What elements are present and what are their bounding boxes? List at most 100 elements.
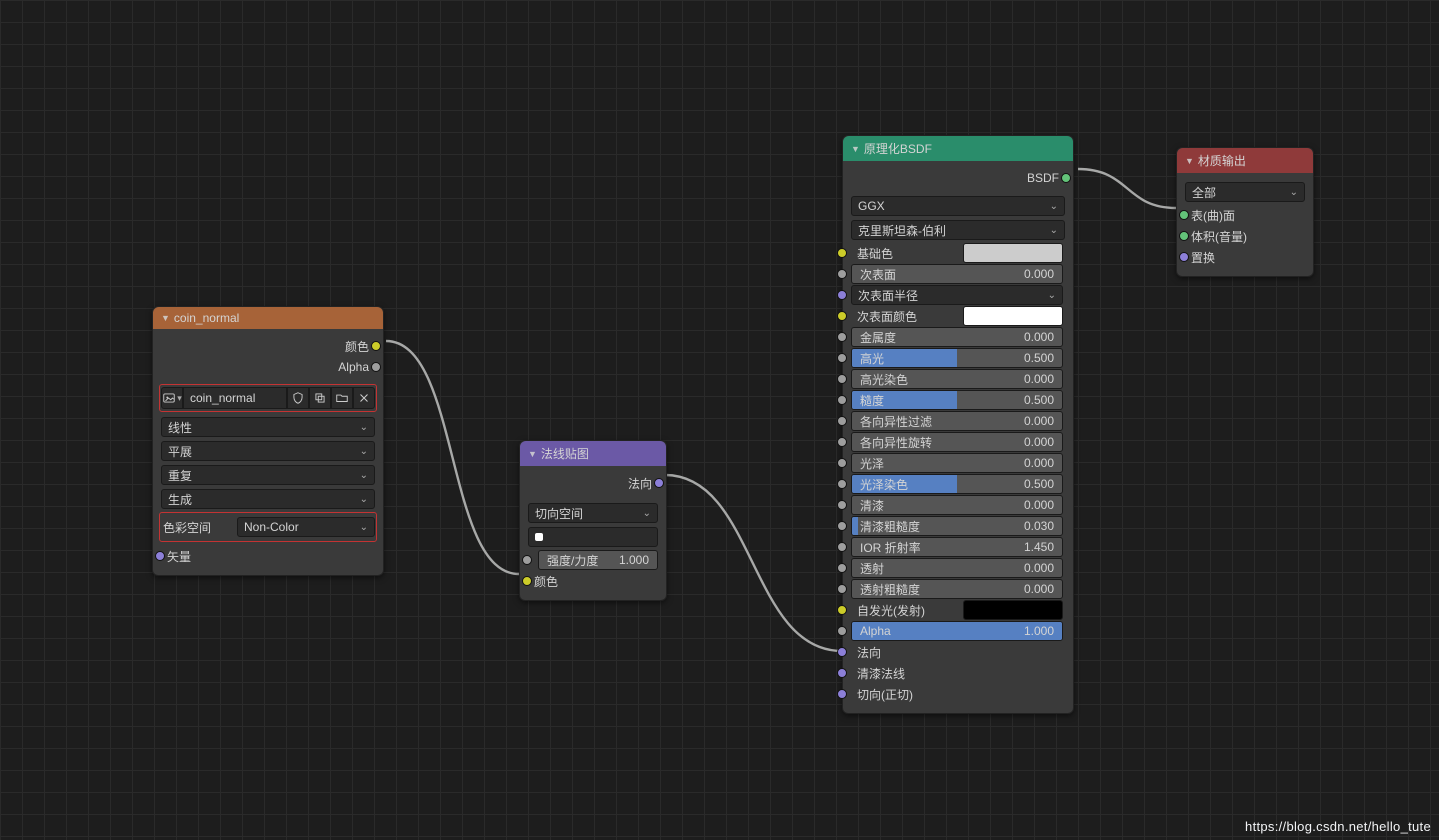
socket-emission-in[interactable]: [837, 605, 847, 615]
transmission-rough-slider[interactable]: 透射粗糙度0.000: [851, 579, 1063, 599]
socket-base-color-in[interactable]: [837, 248, 847, 258]
output-normal[interactable]: 法向: [528, 473, 658, 493]
input-metallic[interactable]: 金属度0.000: [851, 327, 1065, 347]
input-color[interactable]: 颜色: [528, 571, 658, 591]
base-color-swatch[interactable]: [963, 243, 1063, 263]
metallic-slider[interactable]: 金属度0.000: [851, 327, 1063, 347]
socket-anisotropic-in[interactable]: [837, 416, 847, 426]
socket-subsurface-in[interactable]: [837, 269, 847, 279]
input-clearcoat[interactable]: 清漆0.000: [851, 495, 1065, 515]
input-subsurface-color[interactable]: 次表面颜色: [851, 306, 1065, 326]
image-selector[interactable]: ▾ coin_normal: [161, 387, 375, 409]
input-transmission[interactable]: 透射0.000: [851, 558, 1065, 578]
subsurface-radius-select[interactable]: 次表面半径⌄: [851, 285, 1063, 305]
open-image-button[interactable]: [331, 387, 353, 409]
input-ior[interactable]: IOR 折射率1.450: [851, 537, 1065, 557]
socket-ior-in[interactable]: [837, 542, 847, 552]
node-principled-bsdf[interactable]: ▼ 原理化BSDF BSDF GGX⌄ 克里斯坦森-伯利⌄ 基础色次表面0.00…: [842, 135, 1074, 714]
socket-clearcoat-normal-in[interactable]: [837, 668, 847, 678]
input-anisotropic-rot[interactable]: 各向异性旋转0.000: [851, 432, 1065, 452]
socket-color-in[interactable]: [522, 576, 532, 586]
socket-vector-in[interactable]: [155, 551, 165, 561]
input-strength[interactable]: 强度/力度 1.000: [528, 550, 658, 570]
subsurface-color-swatch[interactable]: [963, 306, 1063, 326]
input-surface[interactable]: 表(曲)面: [1185, 205, 1305, 225]
socket-volume-in[interactable]: [1179, 231, 1189, 241]
clearcoat-rough-slider[interactable]: 清漆粗糙度0.030: [851, 516, 1063, 536]
distribution-select[interactable]: GGX⌄: [851, 196, 1065, 216]
fake-user-button[interactable]: [287, 387, 309, 409]
extension-select[interactable]: 重复⌄: [161, 465, 375, 485]
socket-specular-in[interactable]: [837, 353, 847, 363]
input-vector[interactable]: 矢量: [161, 546, 375, 566]
specular-tint-slider[interactable]: 高光染色0.000: [851, 369, 1063, 389]
socket-tangent-in[interactable]: [837, 689, 847, 699]
socket-subsurface-color-in[interactable]: [837, 311, 847, 321]
interpolation-select[interactable]: 线性⌄: [161, 417, 375, 437]
clearcoat-slider[interactable]: 清漆0.000: [851, 495, 1063, 515]
sheen-tint-slider[interactable]: 光泽染色0.500: [851, 474, 1063, 494]
target-select[interactable]: 全部⌄: [1185, 182, 1305, 202]
sheen-slider[interactable]: 光泽0.000: [851, 453, 1063, 473]
input-clearcoat-normal[interactable]: 清漆法线: [851, 663, 1065, 683]
socket-transmission-rough-in[interactable]: [837, 584, 847, 594]
socket-metallic-in[interactable]: [837, 332, 847, 342]
input-specular-tint[interactable]: 高光染色0.000: [851, 369, 1065, 389]
browse-image-button[interactable]: ▾: [161, 387, 183, 409]
input-tangent[interactable]: 切向(正切): [851, 684, 1065, 704]
input-sheen-tint[interactable]: 光泽染色0.500: [851, 474, 1065, 494]
input-clearcoat-rough[interactable]: 清漆粗糙度0.030: [851, 516, 1065, 536]
projection-select[interactable]: 平展⌄: [161, 441, 375, 461]
socket-displacement-in[interactable]: [1179, 252, 1189, 262]
node-normal-map[interactable]: ▼ 法线贴图 法向 切向空间⌄ 强度/力度 1.000 颜色: [519, 440, 667, 601]
socket-sheen-in[interactable]: [837, 458, 847, 468]
image-name-field[interactable]: coin_normal: [183, 387, 287, 409]
space-select[interactable]: 切向空间⌄: [528, 503, 658, 523]
socket-sheen-tint-in[interactable]: [837, 479, 847, 489]
input-specular[interactable]: 高光0.500: [851, 348, 1065, 368]
alpha-slider[interactable]: Alpha1.000: [851, 621, 1063, 641]
socket-roughness-in[interactable]: [837, 395, 847, 405]
input-displacement[interactable]: 置换: [1185, 247, 1305, 267]
input-anisotropic[interactable]: 各向异性过滤0.000: [851, 411, 1065, 431]
input-sheen[interactable]: 光泽0.000: [851, 453, 1065, 473]
emission-swatch[interactable]: [963, 600, 1063, 620]
node-header[interactable]: ▼ 法线贴图: [520, 441, 666, 466]
input-subsurface[interactable]: 次表面0.000: [851, 264, 1065, 284]
node-material-output[interactable]: ▼ 材质输出 全部⌄ 表(曲)面 体积(音量) 置换: [1176, 147, 1314, 277]
output-color[interactable]: 颜色: [161, 336, 375, 356]
socket-normal-in[interactable]: [837, 647, 847, 657]
input-alpha[interactable]: Alpha1.000: [851, 621, 1065, 641]
socket-alpha-out[interactable]: [371, 362, 381, 372]
socket-strength-in[interactable]: [522, 555, 532, 565]
transmission-slider[interactable]: 透射0.000: [851, 558, 1063, 578]
new-image-button[interactable]: [309, 387, 331, 409]
socket-normal-out[interactable]: [654, 478, 664, 488]
uvmap-select[interactable]: [528, 527, 658, 547]
input-roughness[interactable]: 糙度0.500: [851, 390, 1065, 410]
anisotropic-rot-slider[interactable]: 各向异性旋转0.000: [851, 432, 1063, 452]
specular-slider[interactable]: 高光0.500: [851, 348, 1063, 368]
socket-transmission-in[interactable]: [837, 563, 847, 573]
input-subsurface-radius[interactable]: 次表面半径⌄: [851, 285, 1065, 305]
source-select[interactable]: 生成⌄: [161, 489, 375, 509]
input-base-color[interactable]: 基础色: [851, 243, 1065, 263]
socket-surface-in[interactable]: [1179, 210, 1189, 220]
node-header[interactable]: ▼ 原理化BSDF: [843, 136, 1073, 161]
socket-alpha-in[interactable]: [837, 626, 847, 636]
strength-slider[interactable]: 强度/力度 1.000: [538, 550, 658, 570]
anisotropic-slider[interactable]: 各向异性过滤0.000: [851, 411, 1063, 431]
colorspace-select[interactable]: Non-Color⌄: [237, 517, 375, 537]
socket-color-out[interactable]: [371, 341, 381, 351]
socket-anisotropic-rot-in[interactable]: [837, 437, 847, 447]
input-volume[interactable]: 体积(音量): [1185, 226, 1305, 246]
unlink-image-button[interactable]: [353, 387, 375, 409]
output-bsdf[interactable]: BSDF: [851, 168, 1065, 188]
output-alpha[interactable]: Alpha: [161, 357, 375, 377]
socket-clearcoat-in[interactable]: [837, 500, 847, 510]
subsurface-slider[interactable]: 次表面0.000: [851, 264, 1063, 284]
input-transmission-rough[interactable]: 透射粗糙度0.000: [851, 579, 1065, 599]
socket-specular-tint-in[interactable]: [837, 374, 847, 384]
roughness-slider[interactable]: 糙度0.500: [851, 390, 1063, 410]
node-header[interactable]: ▼ 材质输出: [1177, 148, 1313, 173]
